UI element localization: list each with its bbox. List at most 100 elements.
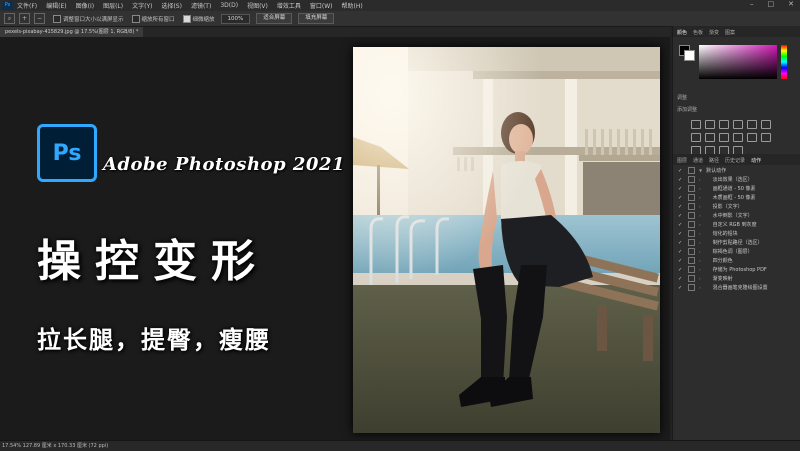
chevron-down-icon[interactable]: ▼ [699,168,702,173]
hue-saturation-icon[interactable] [761,120,771,129]
invert-icon[interactable] [761,133,771,142]
hue-slider[interactable] [781,45,787,79]
resize-windows-checkbox[interactable] [53,14,61,23]
action-item[interactable]: ✓ › 淡出效果（选区） [673,175,800,184]
color-picker-field[interactable] [699,45,777,79]
menu-image[interactable]: 图像(I) [76,1,94,10]
action-set[interactable]: ✓ ▼ 默认动作 [673,166,800,175]
check-icon[interactable]: ✓ [678,240,682,246]
zoom-in-icon[interactable]: + [19,13,30,24]
dialog-toggle-icon[interactable] [688,203,695,210]
check-icon[interactable]: ✓ [678,249,682,255]
menu-3d[interactable]: 3D(D) [220,2,238,9]
dialog-toggle-icon[interactable] [688,266,695,273]
check-icon[interactable]: ✓ [678,276,682,282]
dialog-toggle-icon[interactable] [688,230,695,237]
check-icon[interactable]: ✓ [678,285,682,291]
chevron-right-icon[interactable]: › [699,285,701,290]
chevron-right-icon[interactable]: › [699,186,701,191]
close-icon[interactable]: ✕ [788,0,794,8]
scrubby-zoom-checkbox[interactable] [182,14,191,23]
chevron-right-icon[interactable]: › [699,231,701,236]
action-item[interactable]: ✓ › 木质画框 - 50 像素 [673,193,800,202]
dialog-toggle-icon[interactable] [688,221,695,228]
menu-window[interactable]: 窗口(W) [310,1,333,10]
chevron-right-icon[interactable]: › [699,177,701,182]
action-item[interactable]: ✓ › 熔化的铅块 [673,229,800,238]
menu-layer[interactable]: 图层(L) [103,1,123,10]
document-tab[interactable]: pexels-pixabay-415829.jpg @ 17.5%(图层 1, … [0,27,144,37]
menu-help[interactable]: 帮助(H) [342,1,363,10]
chevron-right-icon[interactable]: › [699,222,701,227]
chevron-right-icon[interactable]: › [699,267,701,272]
dialog-toggle-icon[interactable] [688,248,695,255]
minimize-icon[interactable]: – [750,0,754,8]
tab-swatches[interactable]: 色板 [693,29,703,37]
dialog-toggle-icon[interactable] [688,167,695,174]
action-item[interactable]: ✓ › 渐变映射 [673,274,800,283]
chevron-right-icon[interactable]: › [699,204,701,209]
black-white-icon[interactable] [705,133,715,142]
check-icon[interactable]: ✓ [678,204,682,210]
dialog-toggle-icon[interactable] [688,239,695,246]
action-item[interactable]: ✓ › 水中倒影（文字） [673,211,800,220]
menu-filter[interactable]: 滤镜(T) [191,1,211,10]
color-balance-icon[interactable] [691,133,701,142]
dialog-toggle-icon[interactable] [688,284,695,291]
chevron-right-icon[interactable]: › [699,258,701,263]
action-item[interactable]: ✓ › 画框通道 - 50 像素 [673,184,800,193]
tab-layers[interactable]: 图层 [677,157,687,165]
dialog-toggle-icon[interactable] [688,212,695,219]
maximize-icon[interactable]: □ [768,0,775,8]
check-icon[interactable]: ✓ [678,267,682,273]
action-item[interactable]: ✓ › 混合器画笔克隆绘图设置 [673,283,800,292]
tab-color[interactable]: 颜色 [677,29,687,37]
zoom-tool-icon[interactable]: ⌕ [4,13,15,24]
exposure-icon[interactable] [733,120,743,129]
action-item[interactable]: ✓ › 棕褐色调（图层） [673,247,800,256]
vibrance-icon[interactable] [747,120,757,129]
check-icon[interactable]: ✓ [678,195,682,201]
action-item[interactable]: ✓ › 制作剪贴路径（选区） [673,238,800,247]
curves-icon[interactable] [719,120,729,129]
dialog-toggle-icon[interactable] [688,185,695,192]
dialog-toggle-icon[interactable] [688,275,695,282]
dialog-toggle-icon[interactable] [688,257,695,264]
ps-app-icon[interactable]: Ps [2,1,13,10]
action-item[interactable]: ✓ › 存储为 Photoshop PDF [673,265,800,274]
chevron-right-icon[interactable]: › [699,213,701,218]
action-item[interactable]: ✓ › 自定义 RGB 到灰度 [673,220,800,229]
zoom-level-field[interactable]: 100% [220,13,251,24]
check-icon[interactable]: ✓ [678,258,682,264]
action-item[interactable]: ✓ › 四分颜色 [673,256,800,265]
check-icon[interactable]: ✓ [678,186,682,192]
tab-paths[interactable]: 路径 [709,157,719,165]
brightness-icon[interactable] [691,120,701,129]
chevron-right-icon[interactable]: › [699,240,701,245]
tab-history[interactable]: 历史记录 [725,157,745,165]
tab-patterns[interactable]: 图案 [725,29,735,37]
canvas-photo[interactable] [353,47,660,433]
menu-edit[interactable]: 编辑(E) [46,1,66,10]
menu-select[interactable]: 选择(S) [161,1,182,10]
check-icon[interactable]: ✓ [678,222,682,228]
color-lookup-icon[interactable] [747,133,757,142]
check-icon[interactable]: ✓ [678,177,682,183]
chevron-right-icon[interactable]: › [699,195,701,200]
tab-channels[interactable]: 通道 [693,157,703,165]
dialog-toggle-icon[interactable] [688,194,695,201]
photo-filter-icon[interactable] [719,133,729,142]
menu-view[interactable]: 视图(V) [247,1,268,10]
chevron-right-icon[interactable]: › [699,276,701,281]
action-item[interactable]: ✓ › 投影（文字） [673,202,800,211]
menu-type[interactable]: 文字(Y) [132,1,152,10]
check-icon[interactable]: ✓ [678,231,682,237]
menu-file[interactable]: 文件(F) [17,1,37,10]
tab-actions[interactable]: 动作 [751,157,761,165]
chevron-right-icon[interactable]: › [699,249,701,254]
check-icon[interactable]: ✓ [678,168,682,174]
fit-screen-button[interactable]: 适合屏幕 [256,13,293,24]
background-color-swatch[interactable] [684,50,695,61]
tab-gradients[interactable]: 渐变 [709,29,719,37]
menu-plugins[interactable]: 增效工具 [277,1,301,10]
